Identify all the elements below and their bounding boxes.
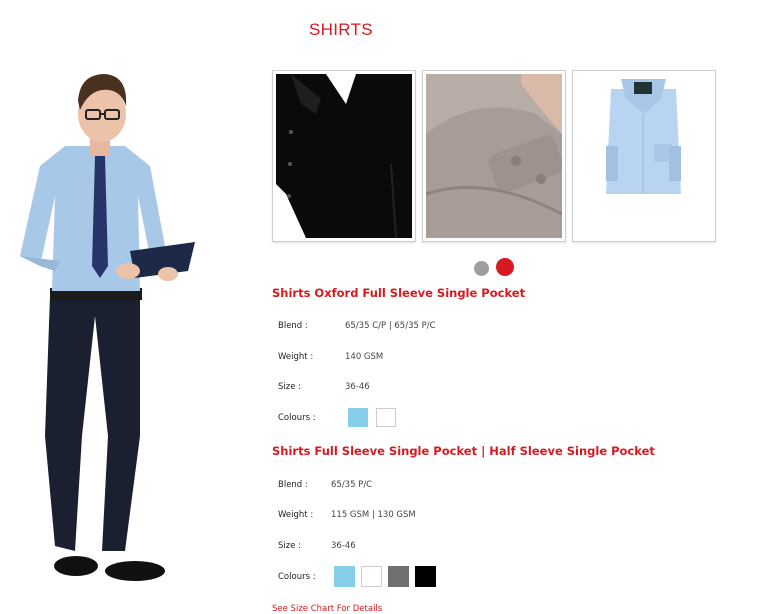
- spec-label: Blend :: [278, 480, 308, 490]
- spec-label: Blend :: [278, 321, 308, 331]
- spec-label: Size :: [278, 382, 302, 392]
- colour-swatch[interactable]: [361, 566, 382, 587]
- spec-label: Colours :: [278, 572, 316, 582]
- carousel-dot-1[interactable]: [474, 261, 489, 276]
- shirt-thumbnail-beige[interactable]: [422, 70, 566, 242]
- spec-value: 36-46: [345, 382, 370, 392]
- shirt-thumbnail-blue[interactable]: [572, 70, 716, 242]
- page-title: SHIRTS: [309, 20, 373, 39]
- colour-swatch[interactable]: [348, 408, 368, 427]
- size-chart-link[interactable]: See Size Chart For Details: [272, 604, 382, 614]
- model-photo: [20, 74, 195, 581]
- colour-swatch[interactable]: [415, 566, 436, 587]
- product-title: Shirts Oxford Full Sleeve Single Pocket: [272, 286, 526, 300]
- colour-swatch[interactable]: [334, 566, 355, 587]
- spec-value: 36-46: [331, 541, 356, 551]
- spec-value: 140 GSM: [345, 352, 384, 362]
- spec-value: 65/35 P/C: [331, 480, 373, 490]
- carousel-dot-2-active[interactable]: [496, 258, 514, 276]
- product-title: Shirts Full Sleeve Single Pocket | Half …: [272, 444, 655, 458]
- spec-label: Colours :: [278, 413, 316, 423]
- spec-label: Size :: [278, 541, 302, 551]
- spec-value: 65/35 C/P | 65/35 P/C: [345, 321, 436, 331]
- colour-swatch[interactable]: [376, 408, 396, 427]
- spec-label: Weight :: [278, 510, 314, 520]
- colour-swatch[interactable]: [388, 566, 409, 587]
- spec-value: 115 GSM | 130 GSM: [331, 510, 416, 520]
- spec-label: Weight :: [278, 352, 314, 362]
- shirt-thumbnail-black[interactable]: [272, 70, 416, 242]
